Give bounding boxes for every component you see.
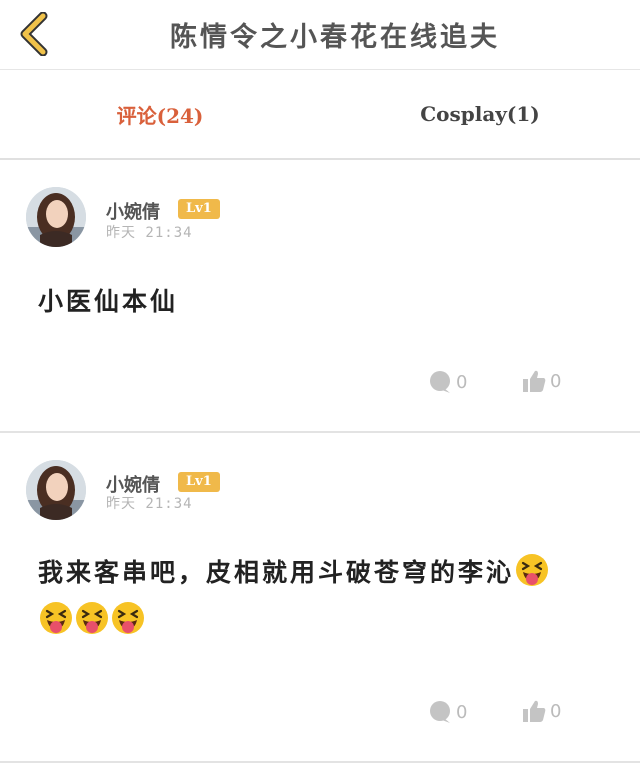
comment-text: 小医仙本仙 <box>38 278 618 326</box>
comment-card: 小婉倩 Lv1 昨天 21:34 小医仙本仙 0 0 <box>0 160 640 433</box>
like-button[interactable]: 0 <box>522 369 561 393</box>
tab-cosplay[interactable]: Cosplay(1) <box>320 70 640 158</box>
speech-bubble-icon <box>430 701 450 723</box>
page-title: 陈情令之小春花在线追夫 <box>170 22 500 53</box>
comment-text: 我来客串吧，皮相就用斗破苍穹的李沁 <box>38 549 618 645</box>
reply-count: 0 <box>456 371 468 393</box>
comment-timestamp: 昨天 21:34 <box>106 496 193 512</box>
like-count: 0 <box>550 370 562 392</box>
comment-card: 小婉倩 Lv1 昨天 21:34 我来客串吧，皮相就用斗破苍穹的李沁 0 0 <box>0 433 640 763</box>
reply-button[interactable]: 0 <box>428 370 467 394</box>
chevron-left-icon <box>20 12 48 56</box>
like-button[interactable]: 0 <box>522 699 561 723</box>
thumbs-up-icon <box>523 370 546 392</box>
reply-button[interactable]: 0 <box>428 700 467 724</box>
avatar[interactable] <box>26 187 86 247</box>
squinting-tongue-emoji <box>516 554 549 586</box>
like-count: 0 <box>550 700 562 722</box>
comment-timestamp: 昨天 21:34 <box>106 225 193 241</box>
level-badge: Lv1 <box>178 472 220 492</box>
top-nav-bar: 陈情令之小春花在线追夫 <box>0 0 640 70</box>
speech-bubble-icon <box>430 371 450 393</box>
avatar[interactable] <box>26 460 86 520</box>
squinting-tongue-emoji <box>40 602 72 634</box>
thumbs-up-icon <box>523 700 546 722</box>
back-button[interactable] <box>14 10 54 58</box>
comment-username[interactable]: 小婉倩 <box>106 198 160 224</box>
level-badge: Lv1 <box>178 199 220 219</box>
comment-text-content: 小医仙本仙 <box>38 287 179 316</box>
comment-text-content: 我来客串吧，皮相就用斗破苍穹的李沁 <box>38 558 515 587</box>
squinting-tongue-emoji <box>76 602 108 634</box>
tab-bar: 评论(24) Cosplay(1) <box>0 70 640 160</box>
squinting-tongue-emoji <box>112 602 144 634</box>
tab-comments[interactable]: 评论(24) <box>0 70 320 158</box>
reply-count: 0 <box>456 701 468 723</box>
